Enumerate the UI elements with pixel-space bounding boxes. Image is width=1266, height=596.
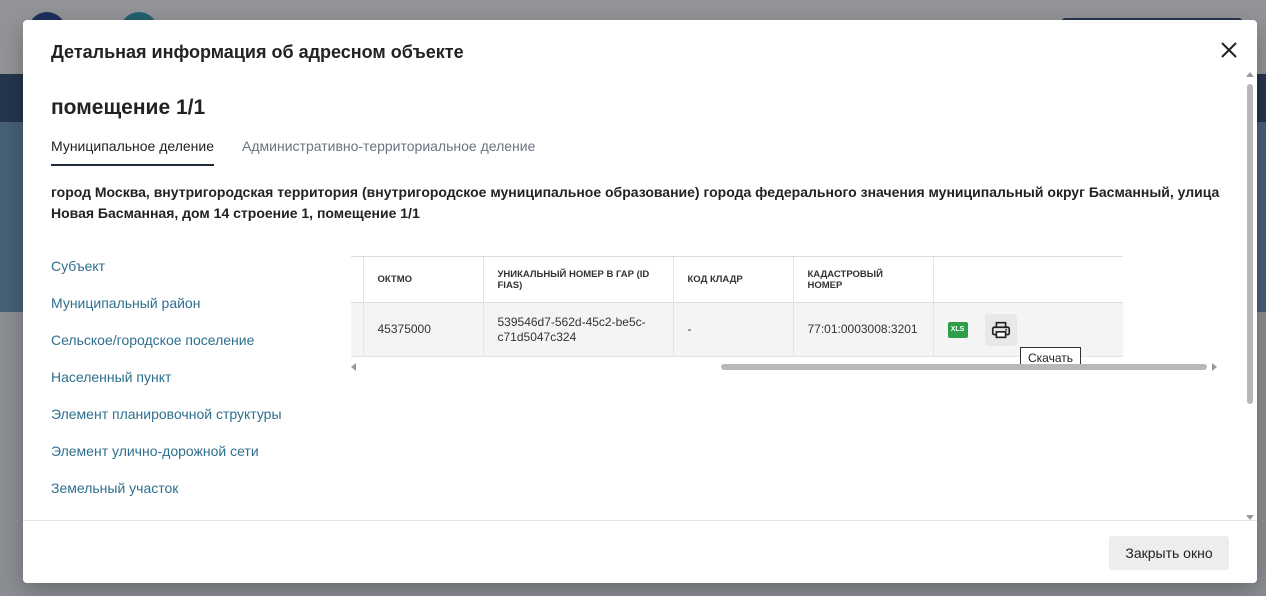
object-table: ОКТМО Уникальный номер в ГАР (ID FIAS) К… <box>351 256 1123 357</box>
table-cell-fias-id: 539546d7-562d-45c2-be5c-c71d5047c324 <box>482 302 673 357</box>
hierarchy-item-settlement[interactable]: Сельское/городское поселение <box>51 332 331 369</box>
table-cell-spacer <box>351 302 363 357</box>
vertical-scroll-thumb[interactable] <box>1247 84 1253 404</box>
table-cell-oktmo: 45375000 <box>362 302 483 357</box>
table-header-spacer <box>351 256 363 303</box>
hierarchy-item-locality[interactable]: Населенный пункт <box>51 369 331 406</box>
horizontal-scroll-thumb[interactable] <box>721 364 1207 370</box>
hierarchy-item-street[interactable]: Элемент улично-дорожной сети <box>51 443 331 480</box>
table-cell-cadastral: 77:01:0003008:3201 <box>792 302 933 357</box>
table-header-oktmo: ОКТМО <box>362 256 483 303</box>
table-header-row: ОКТМО Уникальный номер в ГАР (ID FIAS) К… <box>351 256 1123 303</box>
full-address: город Москва, внутригородская территория… <box>51 184 1220 221</box>
table-row: 45375000 539546d7-562d-45c2-be5c-c71d504… <box>351 302 1123 357</box>
modal-title: Детальная информация об адресном объекте <box>51 42 464 62</box>
address-detail-modal: Детальная информация об адресном объекте… <box>23 20 1257 583</box>
hierarchy-item-subject[interactable]: Субъект <box>51 258 331 295</box>
table-header-cadastral: Кадастровый номер <box>792 256 933 303</box>
xls-download-icon[interactable]: XLS <box>947 321 968 338</box>
modal-footer: Закрыть окно <box>23 520 1257 583</box>
object-table-container: ОКТМО Уникальный номер в ГАР (ID FIAS) К… <box>351 256 1123 357</box>
table-header-fias-id: Уникальный номер в ГАР (ID FIAS) <box>482 256 673 303</box>
division-tabs: Муниципальное деление Административно-те… <box>51 136 563 166</box>
scroll-right-icon[interactable] <box>1212 363 1217 371</box>
close-window-button[interactable]: Закрыть окно <box>1109 536 1229 570</box>
hierarchy-item-planning-structure[interactable]: Элемент планировочной структуры <box>51 406 331 443</box>
table-cell-kladr: - <box>672 302 793 357</box>
close-icon[interactable] <box>1217 38 1241 62</box>
hierarchy-list: Субъект Муниципальный район Сельское/гор… <box>51 258 331 517</box>
table-header-kladr: Код КЛАДР <box>672 256 793 303</box>
scroll-left-icon[interactable] <box>351 363 356 371</box>
modal-body[interactable]: помещение 1/1 Муниципальное деление Адми… <box>23 76 1257 520</box>
modal-vertical-scrollbar[interactable] <box>1245 72 1255 520</box>
hierarchy-item-municipal-district[interactable]: Муниципальный район <box>51 295 331 332</box>
table-horizontal-scrollbar[interactable] <box>351 362 1217 372</box>
table-header-actions <box>932 256 1123 303</box>
hierarchy-item-land-plot[interactable]: Земельный участок <box>51 480 331 517</box>
scroll-up-icon[interactable] <box>1246 72 1254 77</box>
tab-administrative[interactable]: Административно-территориальное деление <box>242 136 535 166</box>
tab-municipal[interactable]: Муниципальное деление <box>51 136 215 166</box>
print-button[interactable] <box>984 313 1017 346</box>
printer-icon <box>991 321 1010 338</box>
object-title: помещение 1/1 <box>51 96 206 119</box>
